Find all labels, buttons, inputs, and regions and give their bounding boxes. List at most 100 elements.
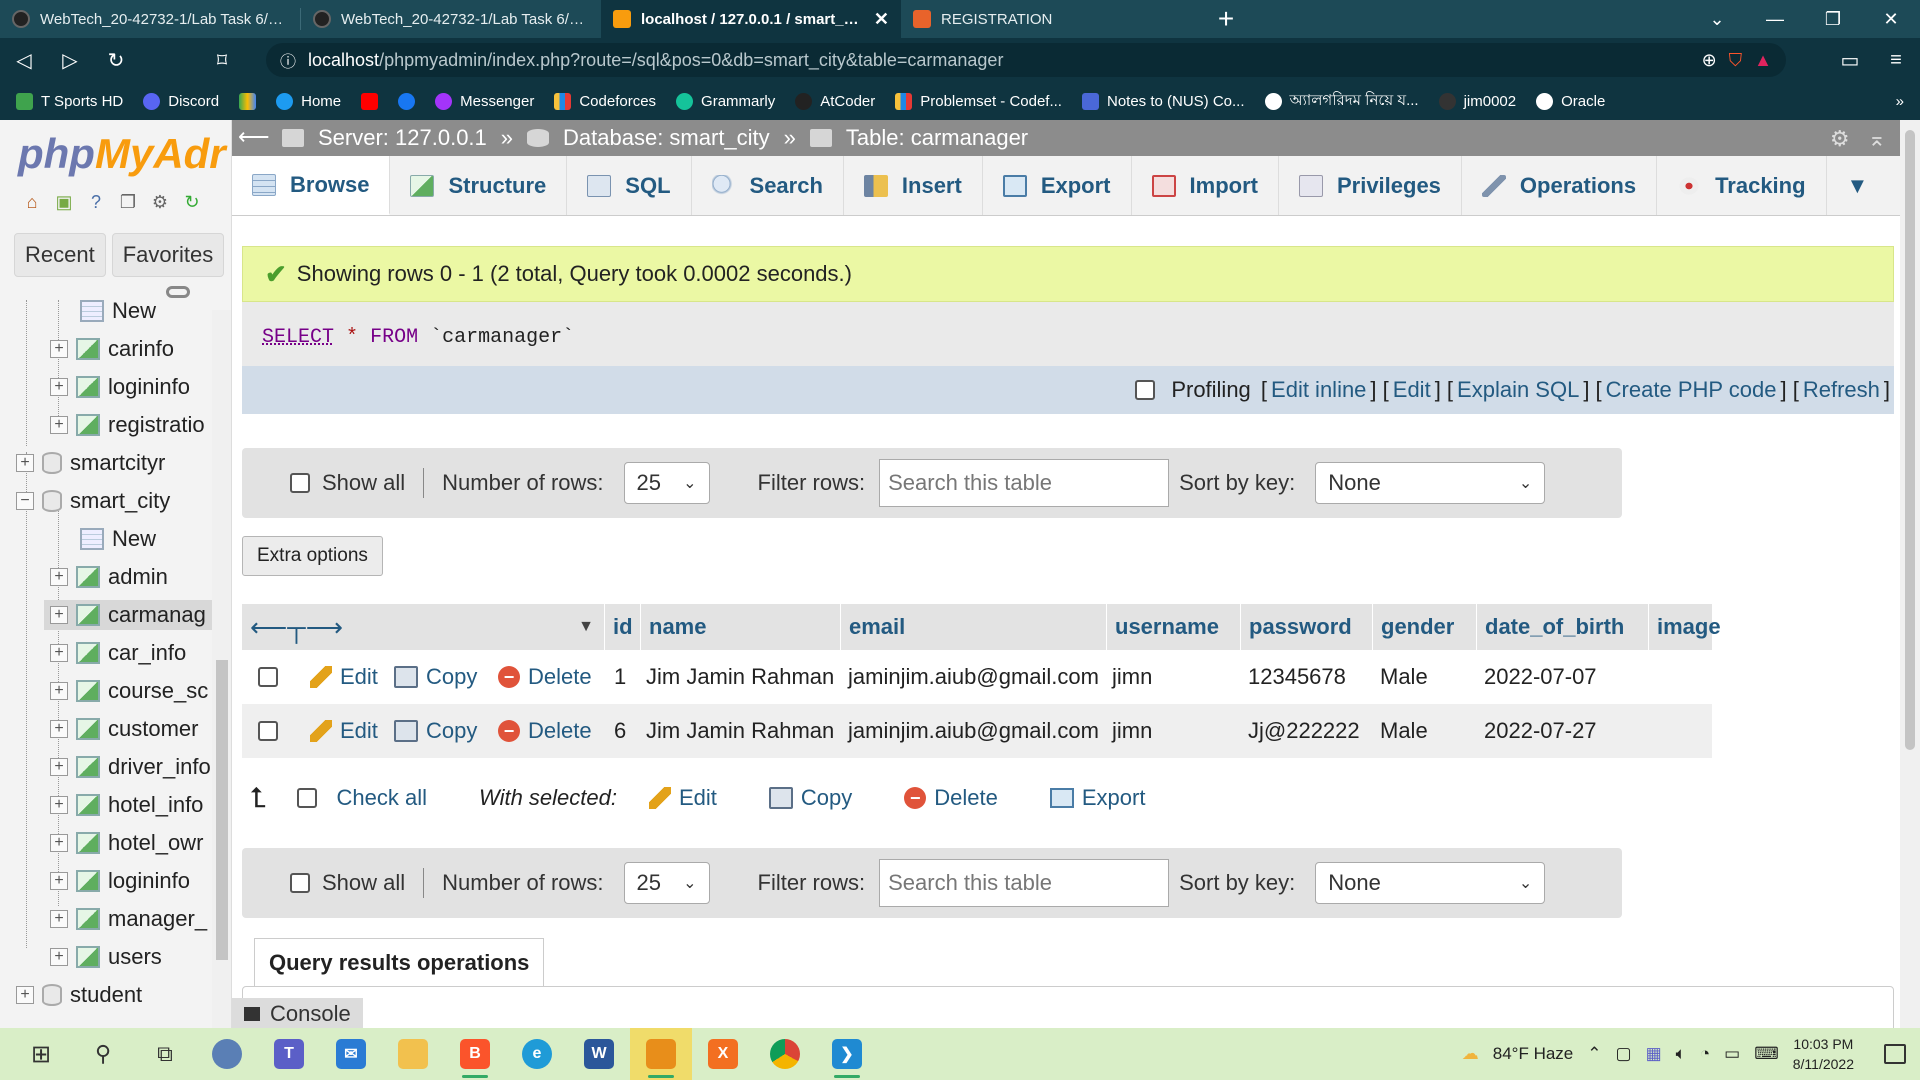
show-hidden-icons-icon[interactable]: ⌃ [1587,1044,1601,1064]
menu-icon[interactable]: ≡ [1884,49,1908,72]
back-icon[interactable]: ◁ [12,48,36,73]
zoom-icon[interactable]: ⊕ [1702,50,1717,71]
taskbar-mail[interactable]: ✉ [320,1028,382,1080]
expand-icon[interactable]: + [50,910,68,928]
documentation-icon[interactable]: ❐ [116,190,140,214]
show-all-checkbox[interactable] [290,473,310,493]
bookmark-twitter-home[interactable]: Home [276,92,341,110]
bookmark-messenger[interactable]: Messenger [435,92,534,110]
navigation-scrollbar[interactable] [212,310,231,1028]
console-toggle[interactable]: Console [232,998,363,1028]
edit-inline-link[interactable]: Edit inline [1271,377,1366,403]
filter-rows-input[interactable]: Search this table [879,459,1170,507]
check-all-checkbox[interactable] [296,788,317,808]
expand-icon[interactable]: + [50,340,68,358]
reload-icon[interactable]: ↻ [104,48,128,73]
column-header-name[interactable]: name [640,604,840,650]
site-info-icon[interactable]: ⓘ [280,48,296,72]
wallet-icon[interactable]: ▭ [1838,48,1862,73]
close-window-icon[interactable]: ✕ [1862,0,1920,38]
taskbar-edge[interactable]: e [506,1028,568,1080]
sort-by-key-select[interactable]: None ⌄ [1315,862,1546,904]
bulk-delete-button[interactable]: − Delete [904,785,998,811]
expand-icon[interactable]: + [50,568,68,586]
column-header-email[interactable]: email [840,604,1106,650]
more-bookmarks-button[interactable]: » [1896,93,1904,110]
row-copy-button[interactable]: Copy [394,704,477,758]
tree-db-student[interactable]: + student [16,980,142,1010]
tree-item-driver-info[interactable]: + driver_info [50,752,211,782]
meet-now-icon[interactable]: ▢ [1616,1044,1632,1064]
expand-icon[interactable]: + [50,834,68,852]
tab-sql[interactable]: SQL [567,156,692,215]
row-checkbox[interactable] [258,721,278,741]
tree-item-logininfo[interactable]: + logininfo [50,866,190,896]
taskbar-explorer[interactable] [382,1028,444,1080]
tab-search[interactable]: Search [692,156,844,215]
row-edit-button[interactable]: Edit [310,650,378,704]
number-of-rows-select[interactable]: 25 ⌄ [623,862,710,904]
start-button[interactable]: ⊞ [10,1028,72,1080]
taskbar-teams[interactable]: T [258,1028,320,1080]
tab-export[interactable]: Export [983,156,1132,215]
breadcrumb-database[interactable]: Database: smart_city [563,125,770,151]
expand-icon[interactable]: + [50,796,68,814]
scrollbar-thumb[interactable] [216,660,228,960]
reload-nav-icon[interactable]: ↻ [180,190,204,214]
column-dropdown-icon[interactable]: ▼ [578,618,594,636]
expand-icon[interactable]: + [50,682,68,700]
collapse-top-icon[interactable]: ⌅ [1868,126,1886,152]
number-of-rows-select[interactable]: 25 ⌄ [623,462,710,504]
expand-icon[interactable]: + [50,644,68,662]
expand-icon[interactable]: + [50,758,68,776]
tree-item-customer[interactable]: + customer [50,714,198,744]
expand-icon[interactable]: + [50,872,68,890]
taskbar-vscode[interactable]: ❯ [816,1028,878,1080]
search-button[interactable]: ⚲ [72,1028,134,1080]
tab-insert[interactable]: Insert [844,156,983,215]
bookmark-oracle[interactable]: Oracle [1536,92,1605,110]
main-scrollbar[interactable] [1900,120,1920,1028]
scrollbar-thumb[interactable] [1905,130,1915,750]
bookmark-github[interactable]: jim0002 [1438,92,1516,110]
expand-icon[interactable]: + [50,416,68,434]
breadcrumb-table[interactable]: Table: carmanager [846,125,1028,151]
tab-operations[interactable]: Operations [1462,156,1658,215]
expand-icon[interactable]: + [16,986,34,1004]
home-icon[interactable]: ⌂ [20,190,44,214]
notifications-icon[interactable] [1884,1044,1906,1064]
expand-icon[interactable]: + [50,720,68,738]
battery-icon[interactable]: ▭ [1724,1044,1740,1064]
extra-options-button[interactable]: Extra options [242,536,383,576]
bookmark-facebook[interactable] [398,92,416,110]
minimize-icon[interactable]: — [1746,0,1804,38]
forward-icon[interactable]: ▷ [58,48,82,73]
bulk-export-button[interactable]: Export [1049,785,1145,811]
settings-gear-icon[interactable]: ⚙ [148,190,172,214]
tree-item-manager[interactable]: + manager_ [50,904,207,934]
profiling-checkbox[interactable] [1135,380,1156,400]
brave-rewards-icon[interactable]: ▲ [1754,50,1772,71]
tab-privileges[interactable]: Privileges [1279,156,1462,215]
bookmark-drive[interactable] [239,92,257,110]
bulk-edit-button[interactable]: Edit [649,785,717,811]
bookmark-codeforces[interactable]: Codeforces [554,92,656,110]
help-icon[interactable]: ? [84,190,108,214]
taskbar-xampp[interactable] [630,1028,692,1080]
favorites-tab[interactable]: Favorites [111,233,225,277]
page-settings-gear-icon[interactable]: ⚙ [1830,126,1850,152]
tree-item-registration[interactable]: + registratio [50,410,205,440]
bookmark-grammarly[interactable]: Grammarly [676,92,775,110]
tree-db-smart-city[interactable]: − smart_city [16,486,170,516]
bookmark-tsports[interactable]: T Sports HD [16,92,123,110]
tree-item-course[interactable]: + course_sc [50,676,208,706]
tab-browse[interactable]: Browse [232,156,391,215]
bookmark-youtube[interactable] [361,92,379,110]
bookmark-notes[interactable]: Notes to (NUS) Co... [1081,92,1245,110]
tree-item-carinfo[interactable]: + carinfo [50,334,174,364]
bulk-copy-button[interactable]: Copy [768,785,852,811]
teams-tray-icon[interactable]: ▦ [1646,1044,1662,1064]
expand-icon[interactable]: + [50,948,68,966]
refresh-link[interactable]: Refresh [1803,377,1880,403]
phpmyadmin-logo[interactable]: phpMyAdr [18,130,226,178]
